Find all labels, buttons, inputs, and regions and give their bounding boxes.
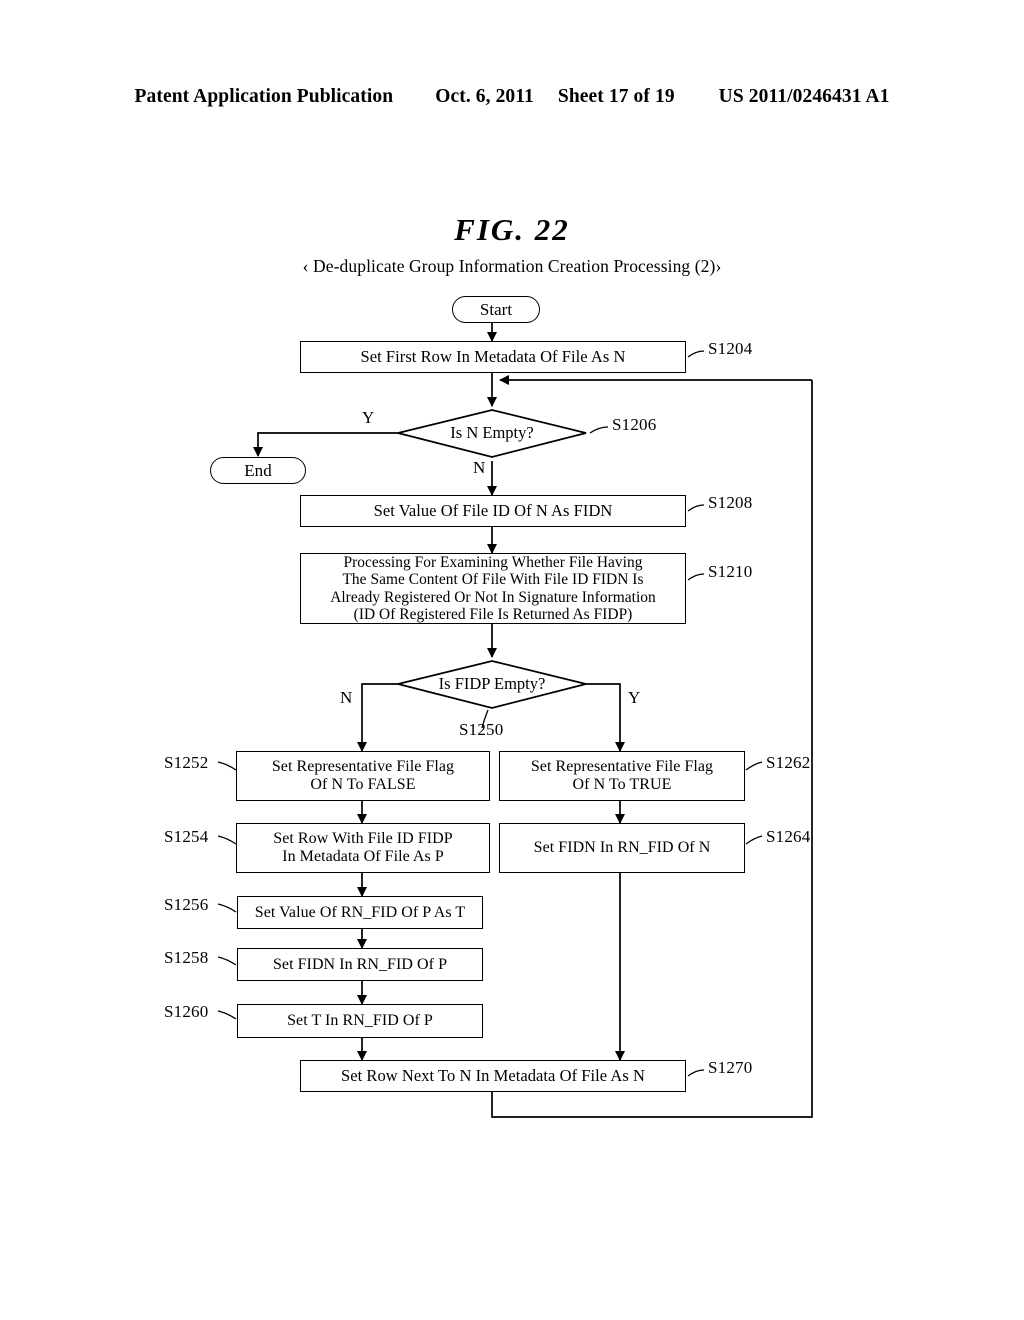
node-s1264-label: Set FIDN In RN_FID Of N (533, 839, 711, 857)
node-s1256[interactable]: Set Value Of RN_FID Of P As T (237, 896, 483, 929)
step-ref-s1204: S1204 (708, 339, 752, 359)
step-ref-s1258: S1258 (164, 948, 208, 968)
node-s1208[interactable]: Set Value Of File ID Of N As FIDN (300, 495, 686, 527)
branch-label-s1250-no: N (340, 688, 352, 708)
step-ref-s1270-text: S1270 (708, 1058, 753, 1077)
step-ref-s1256: S1256 (164, 895, 208, 915)
node-s1260[interactable]: Set T In RN_FID Of P (237, 1004, 483, 1038)
step-ref-s1254: S1254 (164, 827, 208, 847)
branch-label-s1206-yes-text: Y (362, 408, 375, 427)
node-s1210-line1: Processing For Examining Whether File Ha… (343, 553, 643, 571)
flowchart-connectors (217, 322, 813, 1118)
node-s1262[interactable]: Set Representative File Flag Of N To TRU… (499, 751, 745, 801)
step-ref-s1254-text: S1254 (164, 827, 209, 846)
step-ref-s1250: S1250 (459, 720, 503, 740)
node-s1210-line2: The Same Content Of File With File ID FI… (342, 571, 644, 589)
step-ref-s1252: S1252 (164, 753, 208, 773)
node-s1270[interactable]: Set Row Next To N In Metadata Of File As… (300, 1060, 686, 1092)
node-end-label: End (244, 460, 272, 480)
step-ref-s1270: S1270 (708, 1058, 752, 1078)
node-s1258-label: Set FIDN In RN_FID Of P (272, 955, 448, 973)
step-ref-s1208: S1208 (708, 493, 752, 513)
node-s1252[interactable]: Set Representative File Flag Of N To FAL… (236, 751, 490, 801)
step-ref-s1262-text: S1262 (766, 753, 811, 772)
step-ref-s1206-text: S1206 (612, 415, 657, 434)
node-s1208-label: Set Value Of File ID Of N As FIDN (373, 500, 613, 520)
node-s1210[interactable]: Processing For Examining Whether File Ha… (300, 553, 686, 624)
node-s1252-line1: Set Representative File Flag (271, 758, 455, 776)
step-ref-s1204-text: S1204 (708, 339, 753, 358)
branch-label-s1206-no-text: N (473, 458, 486, 477)
node-s1254-line1: Set Row With File ID FIDP (273, 830, 453, 848)
step-ref-s1264: S1264 (766, 827, 810, 847)
node-s1210-line3: Already Registered Or Not In Signature I… (330, 588, 656, 606)
node-s1256-label: Set Value Of RN_FID Of P As T (254, 903, 466, 921)
node-s1210-line4: (ID Of Registered File Is Returned As FI… (353, 605, 633, 623)
step-ref-s1256-text: S1256 (164, 895, 209, 914)
step-ref-s1206: S1206 (612, 415, 656, 435)
step-ref-s1210-text: S1210 (708, 562, 753, 581)
branch-label-s1206-yes: Y (362, 408, 374, 428)
step-ref-s1262: S1262 (766, 753, 810, 773)
node-s1204[interactable]: Set First Row In Metadata Of File As N (300, 341, 686, 373)
branch-label-s1206-no: N (473, 458, 485, 478)
step-ref-s1208-text: S1208 (708, 493, 753, 512)
step-ref-s1264-text: S1264 (766, 827, 811, 846)
node-s1264[interactable]: Set FIDN In RN_FID Of N (499, 823, 745, 873)
node-s1260-label: Set T In RN_FID Of P (287, 1012, 433, 1030)
node-s1250-label-wrap[interactable]: Is FIDP Empty? (398, 670, 586, 698)
node-s1254-line2: In Metadata Of File As P (282, 848, 444, 865)
step-ref-s1210: S1210 (708, 562, 752, 582)
node-end[interactable]: End (210, 457, 306, 484)
node-s1252-line2: Of N To FALSE (310, 776, 416, 793)
step-ref-s1260: S1260 (164, 1002, 208, 1022)
branch-label-s1250-no-text: N (340, 688, 353, 707)
node-s1206-label: Is N Empty? (450, 423, 534, 442)
branch-label-s1250-yes: Y (628, 688, 640, 708)
step-ref-s1258-text: S1258 (164, 948, 209, 967)
step-ref-s1250-text: S1250 (459, 720, 504, 739)
step-ref-s1252-text: S1252 (164, 753, 209, 772)
step-ref-s1260-text: S1260 (164, 1002, 209, 1021)
node-s1250-label: Is FIDP Empty? (438, 674, 546, 693)
node-s1262-line2: Of N To TRUE (572, 776, 672, 793)
node-s1254[interactable]: Set Row With File ID FIDP In Metadata Of… (236, 823, 490, 873)
branch-label-s1250-yes-text: Y (628, 688, 641, 707)
node-s1204-label: Set First Row In Metadata Of File As N (360, 346, 626, 366)
node-s1270-label: Set Row Next To N In Metadata Of File As… (340, 1065, 646, 1085)
node-s1262-line1: Set Representative File Flag (530, 758, 714, 776)
node-s1206-label-wrap[interactable]: Is N Empty? (398, 419, 586, 447)
node-start[interactable]: Start (452, 296, 540, 323)
node-start-label: Start (479, 299, 513, 319)
node-s1258[interactable]: Set FIDN In RN_FID Of P (237, 948, 483, 981)
